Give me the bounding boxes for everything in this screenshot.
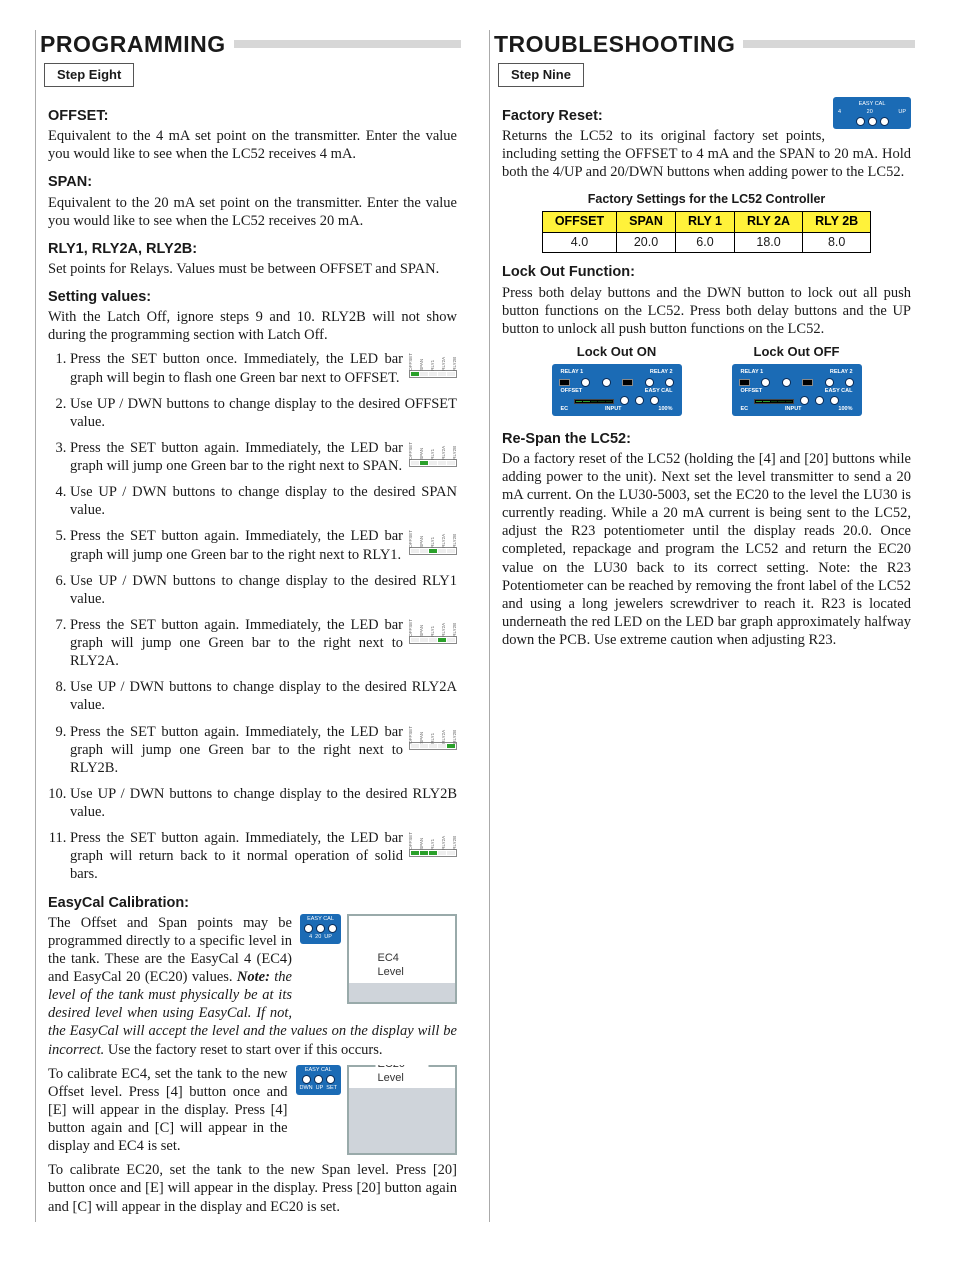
troubleshooting-title: TROUBLESHOOTING — [490, 30, 919, 59]
lockout-on-label: Lock Out ON — [552, 344, 682, 360]
ec4-figure: EASY CAL 420UP EC4 Level — [300, 914, 457, 1004]
step-5-text: Press the SET button again. Immediately,… — [70, 528, 403, 562]
lockout-text: Press both delay buttons and the DWN but… — [502, 284, 911, 338]
ec4-level-label: EC4 Level — [376, 952, 429, 980]
page: PROGRAMMING Step Eight OFFSET: Equivalen… — [35, 30, 919, 1222]
ec20-figure: EASY CAL DWNUPSET EC20 Level — [296, 1065, 457, 1155]
lc52-panel-lockoff-icon: RELAY 1RELAY 2 OFFSETEASY CAL ECINPUT100… — [732, 364, 862, 416]
programming-title: PROGRAMMING — [36, 30, 465, 59]
th-offset: OFFSET — [542, 212, 616, 233]
step-9-text: Press the SET button again. Immediately,… — [70, 724, 403, 776]
setting-values-heading: Setting values: — [48, 288, 457, 306]
lockout-figures: Lock Out ON RELAY 1RELAY 2 OFFSETEASY CA… — [502, 344, 911, 416]
ledbar-icon: OFFSETSPANRLY1RLY2ARLY2B — [409, 618, 457, 644]
table-header-row: OFFSET SPAN RLY 1 RLY 2A RLY 2B — [542, 212, 870, 233]
troubleshooting-title-text: TROUBLESHOOTING — [494, 30, 735, 59]
ledbar-icon: OFFSETSPANRLY1RLY2ARLY2B — [409, 529, 457, 555]
span-heading: SPAN: — [48, 173, 457, 191]
troubleshooting-body: EASY CAL 420UP Factory Reset: Returns th… — [490, 97, 919, 649]
rly-heading: RLY1, RLY2A, RLY2B: — [48, 240, 457, 258]
lockout-on-col: Lock Out ON RELAY 1RELAY 2 OFFSETEASY CA… — [552, 344, 682, 416]
step-10: Use UP / DWN buttons to change display t… — [70, 785, 457, 821]
td-rly2b: 8.0 — [803, 232, 871, 253]
step-8: Use UP / DWN buttons to change display t… — [70, 678, 457, 714]
ledbar-icon: OFFSETSPANRLY1RLY2ARLY2B — [409, 352, 457, 378]
ledbar-icon: OFFSETSPANRLY1RLY2ARLY2B — [409, 831, 457, 857]
lc52-panel-lockon-icon: RELAY 1RELAY 2 OFFSETEASY CAL ECINPUT100… — [552, 364, 682, 416]
lockout-off-col: Lock Out OFF RELAY 1RELAY 2 OFFSETEASY C… — [732, 344, 862, 416]
step-1-text: Press the SET button once. Immediately, … — [70, 351, 403, 385]
td-span: 20.0 — [617, 232, 676, 253]
respan-text: Do a factory reset of the LC52 (holding … — [502, 450, 911, 649]
factory-settings-table: OFFSET SPAN RLY 1 RLY 2A RLY 2B 4.0 20.0… — [542, 211, 871, 253]
factory-reset-text: Returns the LC52 to its original factory… — [502, 127, 911, 181]
step-11: Press the SET button again. Immediately,… — [70, 829, 457, 883]
lockout-heading: Lock Out Function: — [502, 263, 911, 281]
tank-ec4-icon: EC4 Level — [347, 914, 457, 1004]
step-11-text: Press the SET button again. Immediately,… — [70, 830, 403, 882]
th-span: SPAN — [617, 212, 676, 233]
table-row: 4.0 20.0 6.0 18.0 8.0 — [542, 232, 870, 253]
step-3-text: Press the SET button again. Immediately,… — [70, 440, 403, 474]
step-3: Press the SET button again. Immediately,… — [70, 439, 457, 475]
th-rly1: RLY 1 — [675, 212, 734, 233]
step-2: Use UP / DWN buttons to change display t… — [70, 395, 457, 431]
lockout-off-label: Lock Out OFF — [732, 344, 862, 360]
easycal-row-2: EASY CAL DWNUPSET EC20 Level To calibrat… — [48, 1065, 457, 1162]
td-rly1: 6.0 — [675, 232, 734, 253]
step-eight-tab: Step Eight — [44, 63, 134, 87]
easycal-panel-icon: EASY CAL DWNUPSET — [296, 1065, 341, 1095]
ledbar-icon: OFFSETSPANRLY1RLY2ARLY2B — [409, 725, 457, 751]
programming-title-text: PROGRAMMING — [40, 30, 226, 59]
easycal-heading: EasyCal Calibration: — [48, 894, 457, 912]
programming-column: PROGRAMMING Step Eight OFFSET: Equivalen… — [35, 30, 465, 1222]
td-rly2a: 18.0 — [735, 232, 803, 253]
step-7: Press the SET button again. Immediately,… — [70, 616, 457, 670]
th-rly2a: RLY 2A — [735, 212, 803, 233]
easycal-p3: To calibrate EC20, set the tank to the n… — [48, 1161, 457, 1215]
ledbar-icon: OFFSETSPANRLY1RLY2ARLY2B — [409, 441, 457, 467]
tank-ec20-icon: EC20 Level — [347, 1065, 457, 1155]
factory-reset-block: EASY CAL 420UP Factory Reset: Returns th… — [502, 97, 911, 188]
offset-heading: OFFSET: — [48, 107, 457, 125]
easycal-panel-icon: EASY CAL 420UP — [300, 914, 341, 944]
step-5: Press the SET button again. Immediately,… — [70, 527, 457, 563]
factory-table-caption: Factory Settings for the LC52 Controller — [502, 192, 911, 208]
step-7-text: Press the SET button again. Immediately,… — [70, 617, 403, 669]
ec20-level-label: EC20 Level — [376, 1065, 429, 1086]
step-4: Use UP / DWN buttons to change display t… — [70, 483, 457, 519]
th-rly2b: RLY 2B — [803, 212, 871, 233]
offset-text: Equivalent to the 4 mA set point on the … — [48, 127, 457, 163]
respan-heading: Re-Span the LC52: — [502, 430, 911, 448]
setting-values-intro: With the Latch Off, ignore steps 9 and 1… — [48, 308, 457, 344]
span-text: Equivalent to the 20 mA set point on the… — [48, 194, 457, 230]
programming-body: OFFSET: Equivalent to the 4 mA set point… — [36, 107, 465, 1216]
setting-steps-list: Press the SET button once. Immediately, … — [48, 350, 457, 883]
rly-text: Set points for Relays. Values must be be… — [48, 260, 457, 278]
step-9: Press the SET button again. Immediately,… — [70, 723, 457, 777]
step-6: Use UP / DWN buttons to change display t… — [70, 572, 457, 608]
troubleshooting-column: TROUBLESHOOTING Step Nine EASY CAL 420UP… — [489, 30, 919, 1222]
td-offset: 4.0 — [542, 232, 616, 253]
step-nine-tab: Step Nine — [498, 63, 584, 87]
easycal-reset-panel-icon: EASY CAL 420UP — [833, 97, 911, 129]
step-1: Press the SET button once. Immediately, … — [70, 350, 457, 386]
easycal-row-1: EASY CAL 420UP EC4 Level The Offset and … — [48, 914, 457, 1065]
